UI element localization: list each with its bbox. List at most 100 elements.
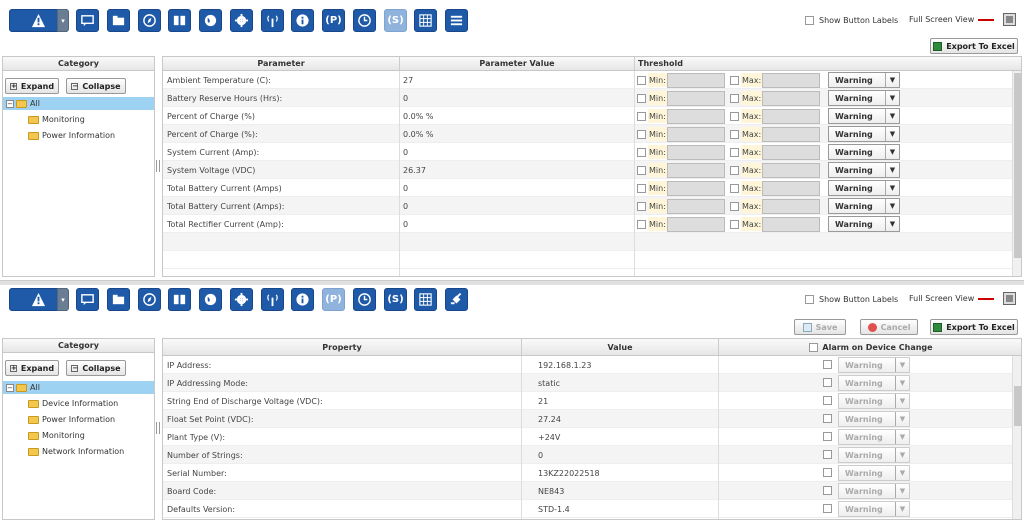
max-checkbox[interactable]	[730, 183, 739, 193]
alarm-checkbox[interactable]	[823, 396, 832, 405]
p-button[interactable]: (P)	[322, 9, 345, 32]
globe-button[interactable]	[199, 288, 222, 311]
message-button[interactable]	[76, 288, 99, 311]
min-checkbox[interactable]	[637, 147, 646, 157]
min-input[interactable]	[666, 198, 725, 214]
alarm-checkbox[interactable]	[823, 432, 832, 441]
save-button[interactable]: Save	[794, 319, 846, 335]
min-checkbox[interactable]	[637, 129, 646, 139]
severity-select[interactable]: Warning ▼	[838, 447, 910, 463]
show-labels-checkbox[interactable]	[805, 16, 814, 25]
max-input[interactable]	[762, 72, 821, 88]
severity-select[interactable]: Warning ▼	[838, 429, 910, 445]
full-screen-toggle[interactable]	[1003, 13, 1016, 26]
history-button[interactable]	[353, 9, 376, 32]
min-checkbox[interactable]	[637, 183, 646, 193]
splitter-handle[interactable]	[156, 422, 160, 434]
severity-select[interactable]: Warning ▼	[838, 483, 910, 499]
vertical-scrollbar[interactable]	[1012, 356, 1021, 519]
cancel-button[interactable]: Cancel	[860, 319, 918, 335]
alarm-checkbox[interactable]	[823, 450, 832, 459]
menu-button[interactable]	[445, 9, 468, 32]
severity-select[interactable]: Warning ▼	[828, 216, 900, 232]
plug-button[interactable]	[445, 288, 468, 311]
expand-button[interactable]: + Expand	[5, 360, 59, 376]
tree-item-monitoring[interactable]: Monitoring	[28, 429, 85, 442]
min-checkbox[interactable]	[637, 75, 646, 85]
tree-root[interactable]: − All	[3, 97, 154, 110]
max-input[interactable]	[762, 162, 821, 178]
severity-select[interactable]: Warning ▼	[838, 501, 910, 517]
scrollbar-thumb[interactable]	[1014, 386, 1021, 426]
severity-select[interactable]: Warning ▼	[828, 162, 900, 178]
max-input[interactable]	[762, 126, 821, 142]
tree-item-monitoring[interactable]: Monitoring	[28, 113, 85, 126]
export-excel-button[interactable]: Export To Excel	[930, 319, 1018, 335]
compass-button[interactable]	[138, 288, 161, 311]
severity-select[interactable]: Warning ▼	[828, 90, 900, 106]
min-input[interactable]	[666, 180, 725, 196]
show-labels-checkbox[interactable]	[805, 295, 814, 304]
tree-item-power-information[interactable]: Power Information	[28, 129, 115, 142]
min-input[interactable]	[666, 108, 725, 124]
max-checkbox[interactable]	[730, 165, 739, 175]
settings-button[interactable]	[230, 288, 253, 311]
max-input[interactable]	[762, 108, 821, 124]
alarm-all-checkbox[interactable]	[809, 342, 819, 352]
severity-select[interactable]: Warning ▼	[838, 393, 910, 409]
info-button[interactable]	[291, 9, 314, 32]
max-checkbox[interactable]	[730, 75, 739, 85]
severity-select[interactable]: Warning ▼	[838, 357, 910, 373]
min-input[interactable]	[666, 144, 725, 160]
collapse-button[interactable]: − Collapse	[66, 78, 126, 94]
severity-select[interactable]: Warning ▼	[838, 465, 910, 481]
severity-select[interactable]: Warning ▼	[828, 198, 900, 214]
tree-item-device-information[interactable]: Device Information	[28, 397, 118, 410]
scrollbar-thumb[interactable]	[1014, 73, 1021, 258]
globe-button[interactable]	[199, 9, 222, 32]
min-checkbox[interactable]	[637, 219, 646, 229]
p-button[interactable]: (P)	[322, 288, 345, 311]
expand-button[interactable]: + Expand	[5, 78, 59, 94]
collapse-button[interactable]: − Collapse	[66, 360, 126, 376]
max-checkbox[interactable]	[730, 201, 739, 211]
severity-select[interactable]: Warning ▼	[828, 144, 900, 160]
full-screen-toggle[interactable]	[1003, 292, 1016, 305]
alarm-dropdown-button[interactable]: ▾	[57, 9, 69, 32]
compass-button[interactable]	[138, 9, 161, 32]
info-button[interactable]	[291, 288, 314, 311]
severity-select[interactable]: Warning ▼	[828, 180, 900, 196]
max-input[interactable]	[762, 144, 821, 160]
min-checkbox[interactable]	[637, 93, 646, 103]
message-button[interactable]	[76, 9, 99, 32]
max-input[interactable]	[762, 216, 821, 232]
severity-select[interactable]: Warning ▼	[828, 108, 900, 124]
folder-button[interactable]	[107, 9, 130, 32]
alarm-checkbox[interactable]	[823, 360, 832, 369]
min-input[interactable]	[666, 72, 725, 88]
tree-item-power-information[interactable]: Power Information	[28, 413, 115, 426]
alarm-checkbox[interactable]	[823, 414, 832, 423]
grid-button[interactable]	[414, 9, 437, 32]
tree-item-network-information[interactable]: Network Information	[28, 445, 124, 458]
min-input[interactable]	[666, 90, 725, 106]
grid-button[interactable]	[414, 288, 437, 311]
settings-button[interactable]	[230, 9, 253, 32]
alarm-checkbox[interactable]	[823, 504, 832, 513]
severity-select[interactable]: Warning ▼	[838, 375, 910, 391]
min-checkbox[interactable]	[637, 111, 646, 121]
alarm-checkbox[interactable]	[823, 486, 832, 495]
history-button[interactable]	[353, 288, 376, 311]
max-checkbox[interactable]	[730, 111, 739, 121]
tree-root[interactable]: − All	[3, 381, 154, 394]
severity-select[interactable]: Warning ▼	[828, 72, 900, 88]
folder-button[interactable]	[107, 288, 130, 311]
severity-select[interactable]: Warning ▼	[828, 126, 900, 142]
max-input[interactable]	[762, 198, 821, 214]
antenna-button[interactable]	[261, 9, 284, 32]
vertical-scrollbar[interactable]	[1012, 71, 1021, 276]
splitter-handle[interactable]	[156, 160, 160, 172]
export-excel-button[interactable]: Export To Excel	[930, 38, 1018, 54]
book-button[interactable]	[168, 288, 191, 311]
max-checkbox[interactable]	[730, 147, 739, 157]
